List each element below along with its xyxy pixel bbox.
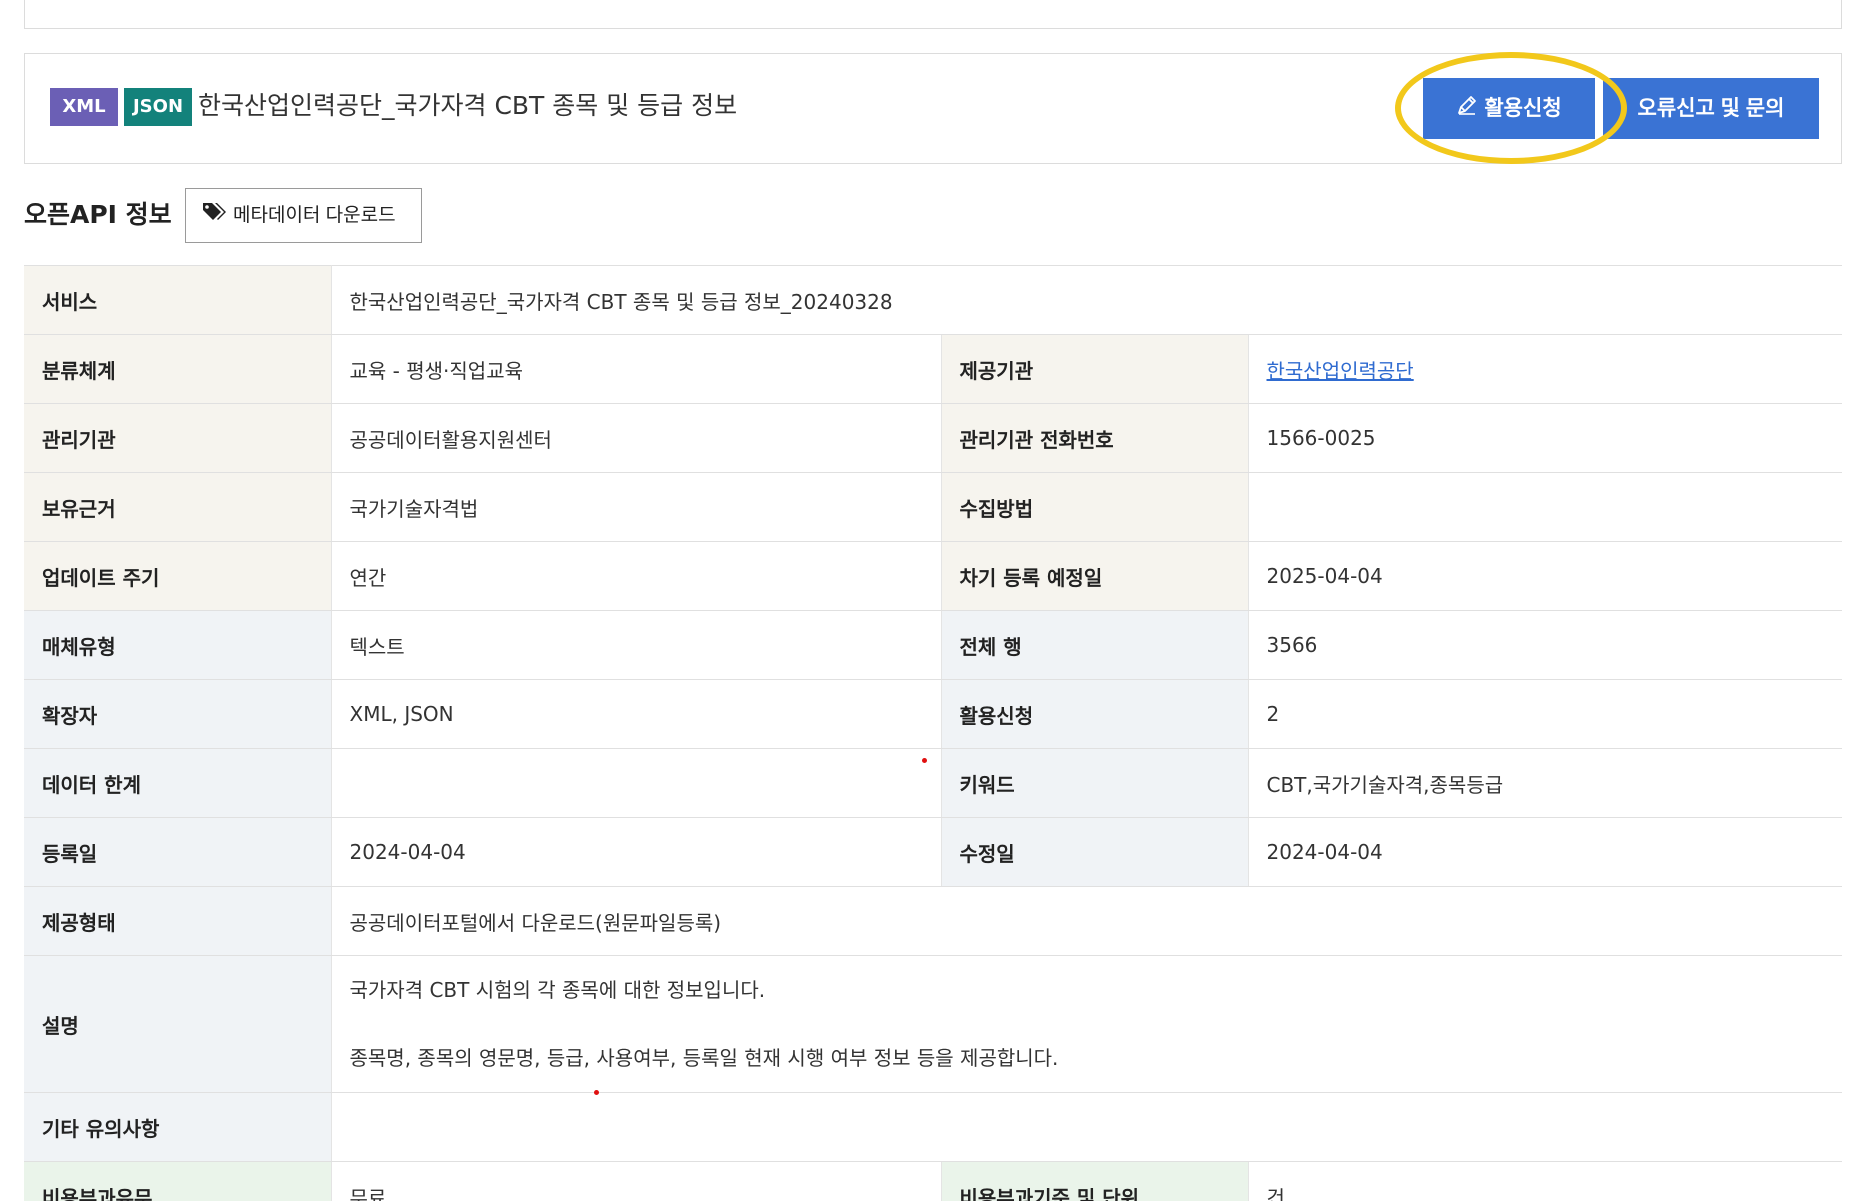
row-label: 데이터 한계 — [24, 748, 332, 818]
fee-value: 무료 — [331, 1161, 942, 1201]
apply-button[interactable]: 활용신청 — [1423, 78, 1595, 139]
table-row: 매체유형 텍스트 전체 행 3566 — [24, 610, 1843, 680]
row-label: 비용부과유무 — [24, 1161, 332, 1201]
table-row: 업데이트 주기 연간 차기 등록 예정일 2025-04-04 — [24, 541, 1843, 611]
ext-value: XML, JSON — [331, 679, 942, 749]
section-title: 오픈API 정보 — [24, 200, 172, 229]
row-label: 제공기관 — [941, 334, 1249, 404]
row-label: 비용부과기준 및 단위 — [941, 1161, 1249, 1201]
xml-badge: XML — [50, 88, 118, 126]
table-row: 설명 국가자격 CBT 시험의 각 종목에 대한 정보입니다. 종목명, 종목의… — [24, 955, 1843, 1093]
description-cell: 국가자격 CBT 시험의 각 종목에 대한 정보입니다. 종목명, 종목의 영문… — [331, 955, 1843, 1093]
table-row: 서비스 한국산업인력공단_국가자격 CBT 종목 및 등급 정보_2024032… — [24, 265, 1843, 335]
row-label: 서비스 — [24, 265, 332, 335]
category-value: 교육 - 평생·직업교육 — [331, 334, 942, 404]
table-row: 데이터 한계 키워드 CBT,국가기술자격,종목등급 — [24, 748, 1843, 818]
description-line: 종목명, 종목의 영문명, 등급, 사용여부, 등록일 현재 시행 여부 정보 … — [349, 1046, 1059, 1070]
row-label: 분류체계 — [24, 334, 332, 404]
table-row: 관리기관 공공데이터활용지원센터 관리기관 전화번호 1566-0025 — [24, 403, 1843, 473]
row-label: 업데이트 주기 — [24, 541, 332, 611]
dataset-title: 한국산업인력공단_국가자격 CBT 종목 및 등급 정보 — [198, 91, 738, 120]
row-label: 차기 등록 예정일 — [941, 541, 1249, 611]
row-label: 수정일 — [941, 817, 1249, 887]
report-error-button[interactable]: 오류신고 및 문의 — [1603, 78, 1819, 139]
collect-value — [1248, 472, 1843, 542]
media-value: 텍스트 — [331, 610, 942, 680]
table-row: 확장자 XML, JSON 활용신청 2 — [24, 679, 1843, 749]
row-label: 활용신청 — [941, 679, 1249, 749]
table-row: 분류체계 교육 - 평생·직업교육 제공기관 한국산업인력공단 — [24, 334, 1843, 404]
table-row: 비용부과유무 무료 비용부과기준 및 단위 건 — [24, 1161, 1843, 1201]
limit-value — [331, 748, 942, 818]
previous-section-strip — [24, 0, 1842, 29]
fee-basis-value: 건 — [1248, 1161, 1843, 1201]
row-label: 확장자 — [24, 679, 332, 749]
row-label: 설명 — [24, 955, 332, 1093]
row-label: 제공형태 — [24, 886, 332, 956]
dataset-title-card: XML JSON 한국산업인력공단_국가자격 CBT 종목 및 등급 정보 활용… — [24, 52, 1842, 164]
row-label: 관리기관 전화번호 — [941, 403, 1249, 473]
manager-value: 공공데이터활용지원센터 — [331, 403, 942, 473]
metadata-download-button[interactable]: 메타데이터 다운로드 — [185, 188, 422, 243]
pencil-icon — [1456, 79, 1478, 140]
table-row: 등록일 2024-04-04 수정일 2024-04-04 — [24, 817, 1843, 887]
red-dot-marker — [922, 758, 927, 763]
tags-icon — [202, 189, 228, 242]
rows-value: 3566 — [1248, 610, 1843, 680]
next-reg-value: 2025-04-04 — [1248, 541, 1843, 611]
apply-count-value: 2 — [1248, 679, 1843, 749]
reg-date-value: 2024-04-04 — [331, 817, 942, 887]
keyword-value: CBT,국가기술자격,종목등급 — [1248, 748, 1843, 818]
update-value: 연간 — [331, 541, 942, 611]
row-label: 기타 유의사항 — [24, 1092, 332, 1162]
json-badge: JSON — [124, 88, 192, 126]
row-label: 수집방법 — [941, 472, 1249, 542]
table-row: 기타 유의사항 — [24, 1092, 1843, 1162]
row-label: 등록일 — [24, 817, 332, 887]
table-row: 보유근거 국가기술자격법 수집방법 — [24, 472, 1843, 542]
provider-cell: 한국산업인력공단 — [1248, 334, 1843, 404]
red-dot-marker — [594, 1090, 599, 1095]
etc-value — [331, 1092, 1843, 1162]
mod-date-value: 2024-04-04 — [1248, 817, 1843, 887]
row-label: 관리기관 — [24, 403, 332, 473]
basis-value: 국가기술자격법 — [331, 472, 942, 542]
service-value: 한국산업인력공단_국가자격 CBT 종목 및 등급 정보_20240328 — [331, 265, 1843, 335]
row-label: 매체유형 — [24, 610, 332, 680]
row-label: 키워드 — [941, 748, 1249, 818]
provide-type-value: 공공데이터포털에서 다운로드(원문파일등록) — [331, 886, 1843, 956]
table-row: 제공형태 공공데이터포털에서 다운로드(원문파일등록) — [24, 886, 1843, 956]
row-label: 보유근거 — [24, 472, 332, 542]
metadata-download-label: 메타데이터 다운로드 — [233, 205, 396, 226]
openapi-info-table: 서비스 한국산업인력공단_국가자격 CBT 종목 및 등급 정보_2024032… — [24, 265, 1843, 1201]
apply-button-label: 활용신청 — [1484, 97, 1562, 120]
manager-phone-value: 1566-0025 — [1248, 403, 1843, 473]
description-line: 국가자격 CBT 시험의 각 종목에 대한 정보입니다. — [349, 978, 766, 1002]
provider-link[interactable]: 한국산업인력공단 — [1267, 359, 1414, 383]
row-label: 전체 행 — [941, 610, 1249, 680]
